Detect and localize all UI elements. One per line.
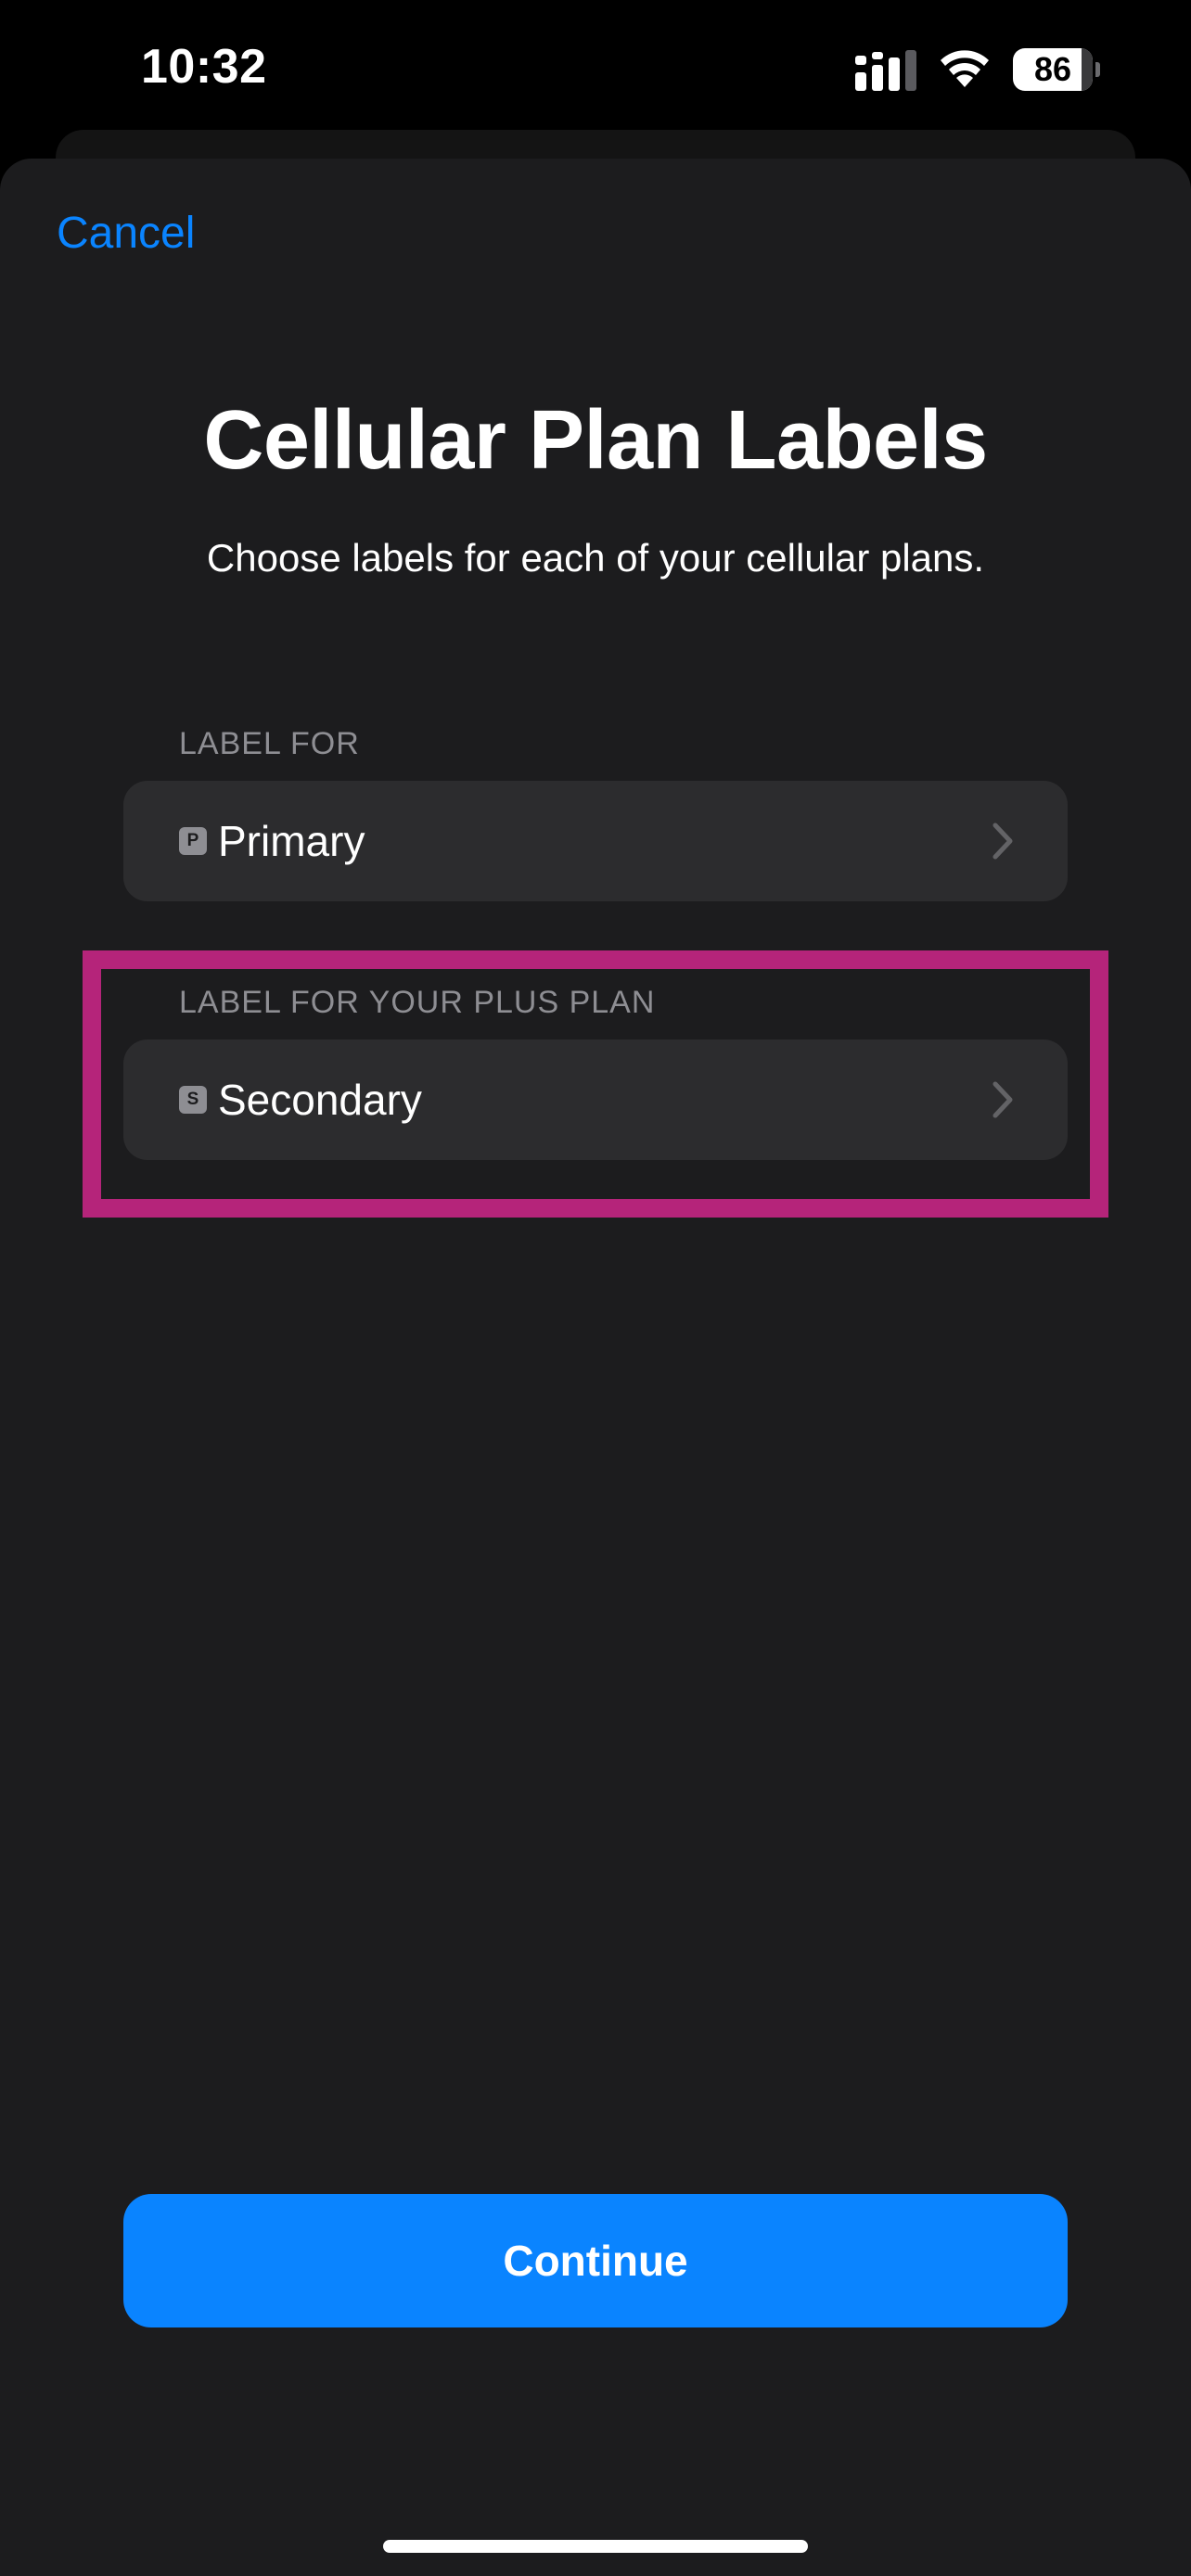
page-title: Cellular Plan Labels [203, 394, 988, 487]
page-subtitle: Choose labels for each of your cellular … [206, 536, 985, 580]
status-bar: 10:32 86 [0, 0, 1191, 139]
battery-cap [1095, 62, 1100, 77]
home-indicator[interactable] [383, 2540, 808, 2553]
cancel-button[interactable]: Cancel [57, 208, 195, 259]
chevron-right-icon [992, 823, 1013, 860]
plan-label: Primary [218, 817, 365, 865]
status-time: 10:32 [141, 40, 267, 94]
battery-level: 86 [1033, 50, 1072, 88]
battery-icon: 86 [1013, 48, 1100, 91]
plan-row-primary[interactable]: P Primary [123, 781, 1068, 901]
section-header-primary: LABEL FOR [179, 726, 360, 761]
cellular-signal-icon [855, 50, 916, 91]
wifi-icon [941, 50, 989, 87]
highlight-annotation-box [83, 950, 1108, 1218]
screen: 10:32 86 Cancel Cellular Plan Labels Cho… [0, 0, 1191, 2576]
plan-badge-icon: P [179, 827, 207, 855]
continue-button[interactable]: Continue [123, 2194, 1068, 2327]
battery-body: 86 [1013, 48, 1093, 91]
